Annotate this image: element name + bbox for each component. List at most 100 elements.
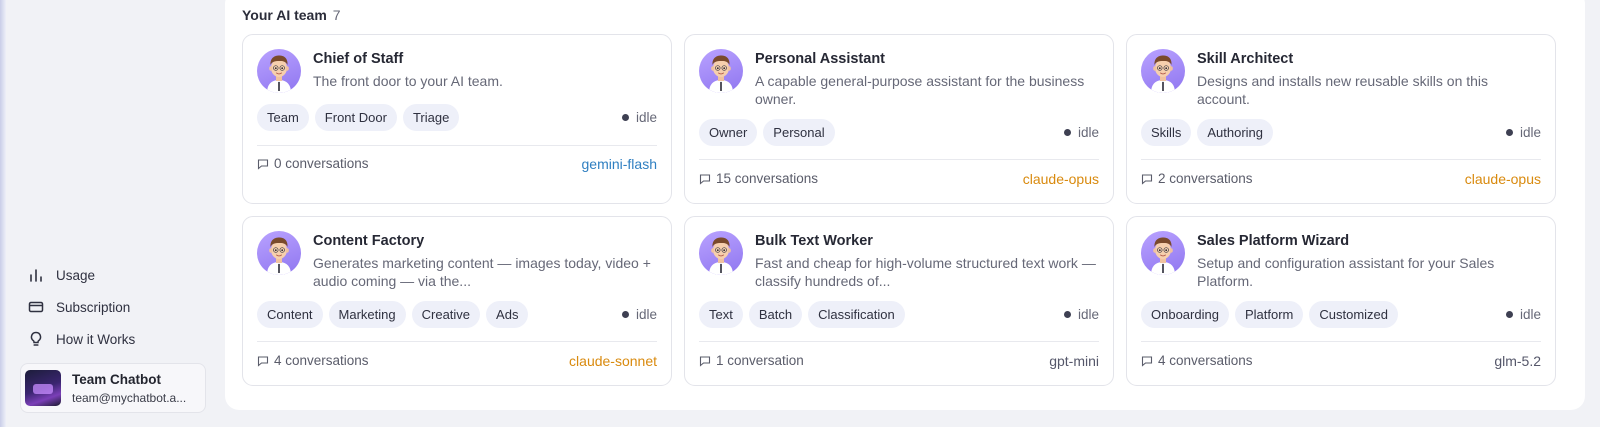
person-avatar-icon: [1141, 49, 1185, 93]
sidebar-item-label: Subscription: [56, 299, 131, 315]
tag-list: Owner Personal: [699, 119, 835, 146]
conversation-count-text: 15 conversations: [716, 171, 819, 186]
tag: Team: [257, 104, 309, 131]
agent-avatar: [699, 49, 743, 93]
agent-avatar: [1141, 231, 1185, 275]
status-dot-icon: [1505, 129, 1513, 136]
status-dot-icon: [621, 311, 629, 318]
sidebar-item-usage[interactable]: Usage: [28, 263, 95, 287]
tag: Customized: [1309, 301, 1398, 328]
tag: Platform: [1234, 301, 1304, 328]
team-count: 7: [332, 7, 341, 23]
tag: Front Door: [314, 104, 397, 131]
conversation-count: 4 conversations: [257, 353, 369, 368]
model-name: gemini-flash: [581, 156, 657, 172]
agent-name: Chief of Staff: [313, 51, 404, 67]
account-avatar: [25, 370, 61, 406]
card-divider: [1141, 341, 1541, 342]
agent-avatar: [257, 49, 301, 93]
agent-card-bulk-text-worker[interactable]: Bulk Text Worker Fast and cheap for high…: [684, 216, 1114, 386]
tag: Onboarding: [1141, 301, 1229, 328]
tag-list: Skills Authoring: [1141, 119, 1273, 146]
status-dot-icon: [1505, 311, 1513, 318]
account-email: team@mychatbot.a...: [72, 390, 187, 405]
tag-list: Content Marketing Creative Ads: [257, 301, 529, 328]
status-indicator: idle: [1063, 301, 1099, 328]
status-text: idle: [1077, 125, 1099, 140]
agent-card-sales-platform-wizard[interactable]: Sales Platform Wizard Setup and configur…: [1126, 216, 1556, 386]
model-name: glm-5.2: [1494, 353, 1541, 369]
conversation-count: 2 conversations: [1141, 171, 1253, 186]
conversation-count-text: 4 conversations: [274, 353, 369, 368]
status-text: idle: [1519, 125, 1541, 140]
account-name: Team Chatbot: [72, 371, 162, 387]
person-avatar-icon: [699, 231, 743, 275]
lightbulb-icon: [30, 331, 42, 346]
status-dot-icon: [1063, 311, 1071, 318]
sidebar: Usage Subscription How it Works Team Cha…: [0, 0, 215, 427]
model-name: gpt-mini: [1049, 353, 1099, 369]
agent-description: A capable general-purpose assistant for …: [755, 73, 1085, 107]
section-title: Your AI team 7: [242, 7, 341, 23]
sidebar-item-label: How it Works: [56, 331, 136, 347]
tag: Authoring: [1197, 119, 1273, 146]
status-indicator: idle: [621, 104, 657, 131]
tag: Classification: [808, 301, 905, 328]
tag: Personal: [763, 119, 835, 146]
agent-name: Personal Assistant: [755, 51, 886, 67]
agent-card-skill-architect[interactable]: Skill Architect Designs and installs new…: [1126, 34, 1556, 204]
model-name: claude-sonnet: [569, 353, 657, 369]
agent-name: Content Factory: [313, 233, 425, 249]
agent-avatar: [699, 231, 743, 275]
card-divider: [699, 341, 1099, 342]
conversation-count: 4 conversations: [1141, 353, 1253, 368]
bar-chart-icon: [30, 269, 42, 282]
status-indicator: idle: [1505, 301, 1541, 328]
chat-bubble-icon: [699, 355, 711, 367]
agent-avatar: [1141, 49, 1185, 93]
status-text: idle: [1519, 307, 1541, 322]
tag: Batch: [748, 301, 803, 328]
status-text: idle: [635, 110, 657, 125]
sidebar-item-subscription[interactable]: Subscription: [28, 295, 130, 319]
agent-description: Generates marketing content — images tod…: [313, 255, 651, 289]
sidebar-item-label: Usage: [56, 267, 96, 283]
credit-card-icon: [28, 301, 44, 313]
agent-card-content-factory[interactable]: Content Factory Generates marketing cont…: [242, 216, 672, 386]
person-avatar-icon: [1141, 231, 1185, 275]
agent-name: Skill Architect: [1197, 51, 1294, 67]
agent-name: Bulk Text Worker: [755, 233, 873, 249]
agent-name: Sales Platform Wizard: [1197, 233, 1350, 249]
status-indicator: idle: [1505, 119, 1541, 146]
status-text: idle: [635, 307, 657, 322]
conversation-count-text: 2 conversations: [1158, 171, 1253, 186]
status-indicator: idle: [621, 301, 657, 328]
card-divider: [257, 341, 657, 342]
agent-card-personal-assistant[interactable]: Personal Assistant A capable general-pur…: [684, 34, 1114, 204]
account-switcher[interactable]: Team Chatbot team@mychatbot.a...: [20, 363, 206, 413]
sidebar-item-how-it-works[interactable]: How it Works: [28, 327, 135, 351]
model-name: claude-opus: [1464, 171, 1541, 187]
person-avatar-icon: [257, 231, 301, 275]
agent-description: Setup and configuration assistant for yo…: [1197, 255, 1495, 289]
tag: Creative: [411, 301, 481, 328]
conversation-count: 1 conversation: [699, 353, 804, 368]
tag: Marketing: [328, 301, 406, 328]
conversation-count-text: 0 conversations: [274, 156, 369, 171]
agent-card-chief-of-staff[interactable]: Chief of Staff The front door to your AI…: [242, 34, 672, 204]
card-divider: [699, 159, 1099, 160]
chat-bubble-icon: [699, 173, 711, 185]
section-title-text: Your AI team: [242, 7, 327, 23]
status-dot-icon: [1063, 129, 1071, 136]
agent-description: Designs and installs new reusable skills…: [1197, 73, 1489, 107]
agent-avatar: [257, 231, 301, 275]
chat-bubble-icon: [1141, 355, 1153, 367]
tag: Ads: [486, 301, 529, 328]
tag: Text: [699, 301, 743, 328]
chat-bubble-icon: [257, 355, 269, 367]
chat-bubble-icon: [257, 158, 269, 170]
agent-description: Fast and cheap for high-volume structure…: [755, 255, 1096, 289]
tag-list: Onboarding Platform Customized: [1141, 301, 1398, 328]
person-avatar-icon: [257, 49, 301, 93]
model-name: claude-opus: [1022, 171, 1099, 187]
